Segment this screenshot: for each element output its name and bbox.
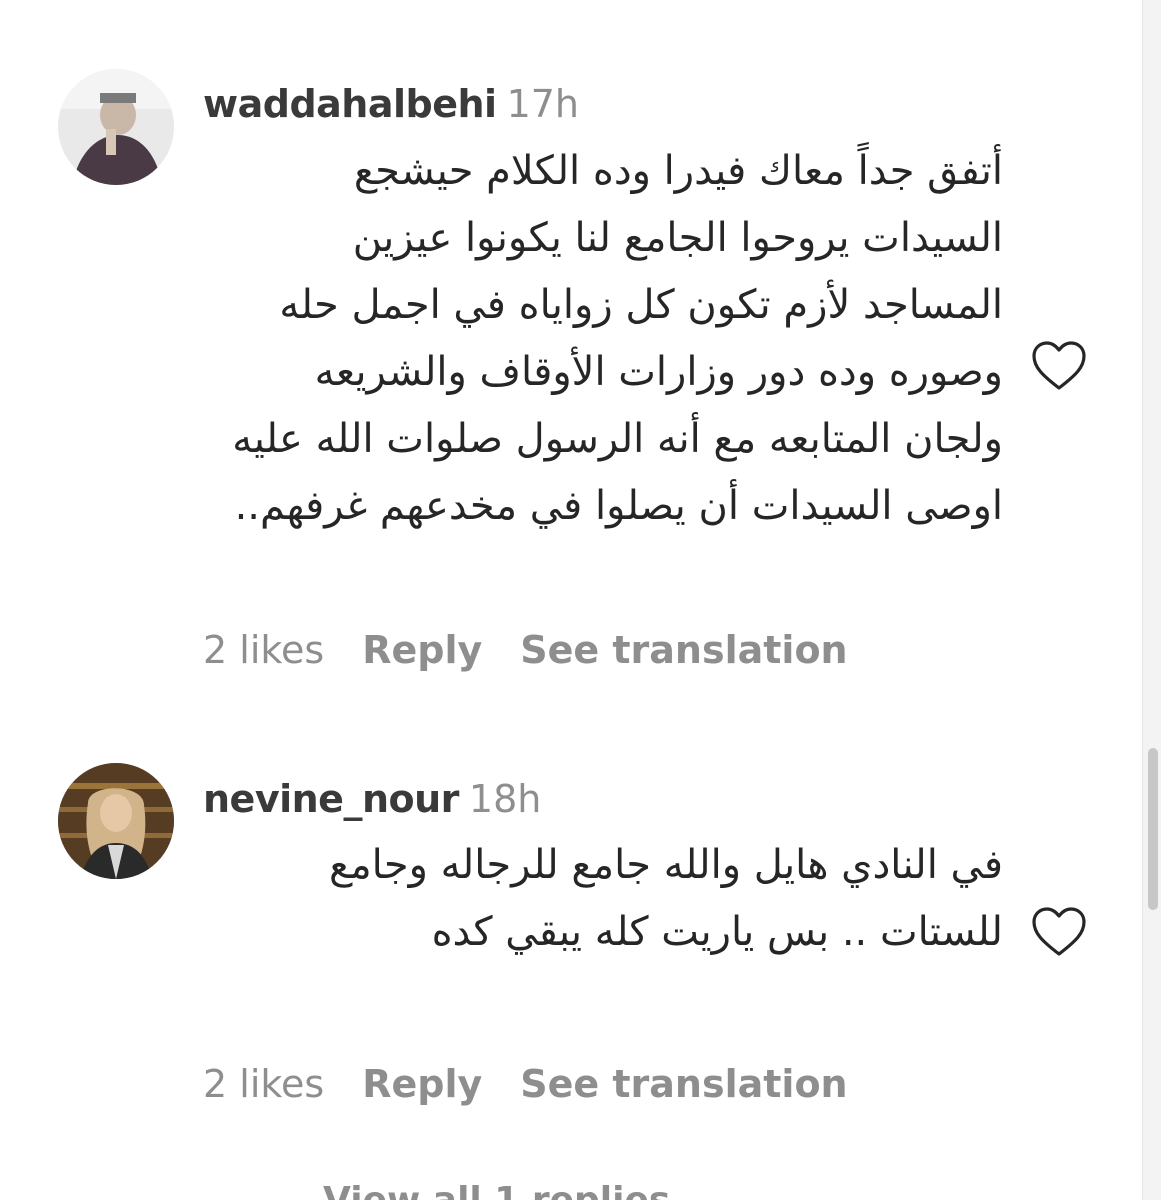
comment-header: waddahalbehi 17h bbox=[203, 82, 579, 126]
view-replies-label: View all 1 replies bbox=[323, 1180, 670, 1200]
scrollbar[interactable] bbox=[1142, 0, 1161, 1200]
comment-time[interactable]: 17h bbox=[507, 82, 579, 126]
see-translation-button[interactable]: See translation bbox=[520, 1062, 847, 1106]
username-link[interactable]: nevine_nour bbox=[203, 777, 459, 821]
reply-button[interactable]: Reply bbox=[362, 1062, 482, 1106]
scrollbar-thumb[interactable] bbox=[1148, 748, 1158, 910]
comment-actions: 2 likes Reply See translation bbox=[203, 628, 886, 672]
likes-count[interactable]: 2 likes bbox=[203, 1062, 324, 1106]
comment-text: في النادي هايل والله جامع للرجاله وجامع … bbox=[328, 842, 1003, 955]
comment-text: أتفق جداً معاك فيدرا وده الكلام حيشجع ال… bbox=[232, 148, 1003, 529]
see-translation-button[interactable]: See translation bbox=[520, 628, 847, 672]
reply-button[interactable]: Reply bbox=[362, 628, 482, 672]
top-overflow-marker: ˇ bbox=[566, 0, 574, 10]
comment-time[interactable]: 18h bbox=[469, 777, 541, 821]
avatar[interactable] bbox=[58, 763, 174, 879]
likes-count[interactable]: 2 likes bbox=[203, 628, 324, 672]
view-replies-button[interactable]: View all 1 replies bbox=[203, 1180, 670, 1200]
comments-page: ˇ waddahalbehi 17h أتفق جداً معاك فيدرا و… bbox=[0, 0, 1161, 1200]
comment-actions: 2 likes Reply See translation bbox=[203, 1062, 886, 1106]
heart-outline-icon[interactable] bbox=[1030, 906, 1088, 958]
comment-header: nevine_nour 18h bbox=[203, 777, 541, 821]
username-link[interactable]: waddahalbehi bbox=[203, 82, 497, 126]
heart-outline-icon[interactable] bbox=[1030, 340, 1088, 392]
avatar[interactable] bbox=[58, 69, 174, 185]
